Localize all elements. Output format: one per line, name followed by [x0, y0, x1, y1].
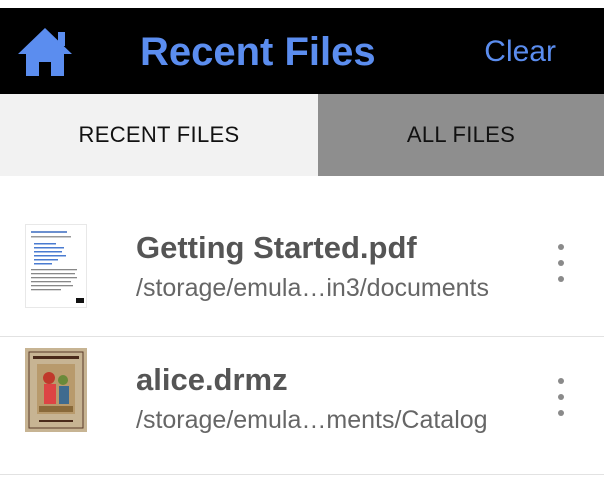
- home-button[interactable]: [14, 24, 76, 80]
- more-vertical-icon[interactable]: [544, 238, 578, 288]
- book-cover-thumbnail: [25, 348, 87, 432]
- tab-recent-files[interactable]: RECENT FILES: [0, 94, 318, 176]
- file-name: alice.drmz: [136, 362, 288, 397]
- more-vertical-icon[interactable]: [544, 372, 578, 422]
- pdf-page-thumbnail: [25, 224, 87, 308]
- list-item[interactable]: alice.drmz /storage/emula…ments/Catalog: [0, 336, 604, 474]
- file-path: /storage/emula…in3/documents: [136, 274, 489, 302]
- home-icon: [18, 28, 72, 76]
- document-preview-icon: [26, 225, 86, 307]
- file-path: /storage/emula…ments/Catalog: [136, 406, 488, 434]
- tab-bar: RECENT FILES ALL FILES: [0, 94, 604, 176]
- tab-label: ALL FILES: [406, 122, 516, 147]
- file-name: Getting Started.pdf: [136, 230, 417, 265]
- tab-label: RECENT FILES: [78, 122, 240, 147]
- list-divider: [0, 474, 604, 475]
- recent-files-screen: Recent Files Clear RECENT FILES ALL FILE…: [0, 0, 604, 480]
- clear-button[interactable]: Clear: [484, 24, 556, 80]
- book-cover-image: [25, 348, 87, 432]
- page-title: Recent Files: [140, 30, 376, 74]
- app-bar: Recent Files Clear: [0, 8, 604, 94]
- tab-all-files[interactable]: ALL FILES: [318, 94, 604, 176]
- list-item[interactable]: Getting Started.pdf /storage/emula…in3/d…: [0, 194, 604, 336]
